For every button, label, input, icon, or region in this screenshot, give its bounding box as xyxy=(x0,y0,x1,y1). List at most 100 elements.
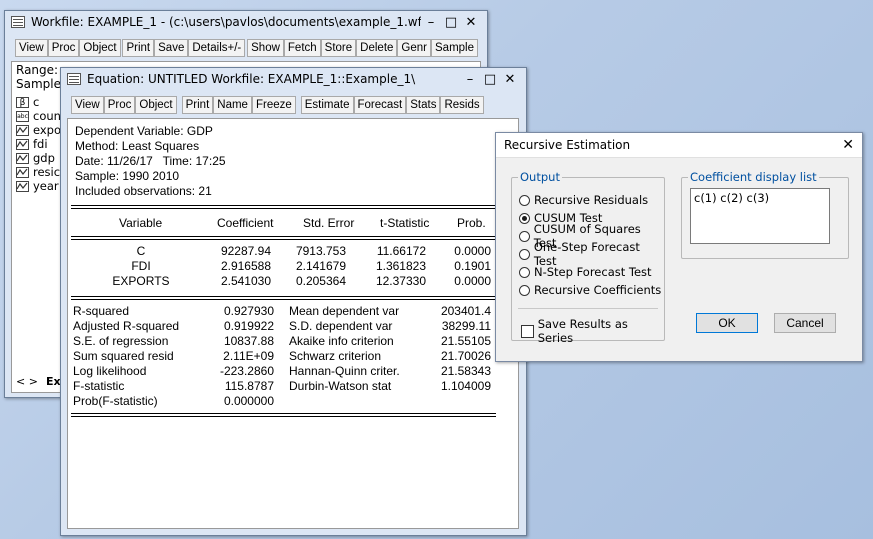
output-option-label: One-Step Forecast Test xyxy=(533,240,640,268)
output-option[interactable]: N-Step Forecast Test xyxy=(519,263,664,281)
statistic-label: Mean dependent var xyxy=(289,304,400,318)
equation-toolbar: View Proc Object Print Name Freeze Estim… xyxy=(68,94,520,116)
eq-estimate-button[interactable]: Estimate xyxy=(300,96,354,114)
series-icon xyxy=(16,124,29,136)
statistic-value: -223.2860 xyxy=(219,364,274,378)
equation-window: Equation: UNTITLED Workfile: EXAMPLE_1::… xyxy=(60,67,527,536)
workfile-item[interactable]: expo xyxy=(16,123,61,137)
tab-nav-arrows[interactable]: < > xyxy=(16,375,38,388)
output-option-label: Recursive Residuals xyxy=(534,193,649,207)
statistic-label: Prob(F-statistic) xyxy=(73,394,158,408)
statistic-label: Durbin-Watson stat xyxy=(289,379,392,393)
coefficient-cell: 11.66172 xyxy=(376,244,426,258)
minimize-icon[interactable]: – xyxy=(421,15,441,30)
statistic-value: 0.927930 xyxy=(223,304,274,318)
eq-freeze-button[interactable]: Freeze xyxy=(251,96,296,114)
workfile-item[interactable]: fdi xyxy=(16,137,61,151)
statistic-row: Prob(F-statistic) 0.000000 xyxy=(71,394,496,409)
coefficient-cell: 7913.753 xyxy=(295,244,346,258)
col-t-statistic: t-Statistic xyxy=(380,216,430,230)
output-option-label: Recursive Coefficients xyxy=(534,283,662,297)
eq-view-button[interactable]: View xyxy=(71,96,104,114)
radio-icon[interactable] xyxy=(519,194,530,206)
wf-proc-button[interactable]: Proc xyxy=(47,39,80,57)
statistic-value: 1.104009 xyxy=(440,379,491,393)
checkbox-box[interactable] xyxy=(521,324,534,338)
coefficient-cell: 2.916588 xyxy=(220,259,271,273)
date-time: Date: 11/26/17 Time: 17:25 xyxy=(75,154,226,168)
close-icon[interactable]: ✕ xyxy=(461,15,481,30)
eq-resids-button[interactable]: Resids xyxy=(440,96,484,114)
eq-stats-button[interactable]: Stats xyxy=(406,96,441,114)
wf-show-button[interactable]: Show xyxy=(247,39,284,57)
series-icon xyxy=(16,138,29,150)
workfile-item[interactable]: βc xyxy=(16,95,61,109)
wf-print-button[interactable]: Print xyxy=(122,39,155,57)
statistic-value: 10837.88 xyxy=(223,334,274,348)
statistics-table: R-squared 0.927930 Mean dependent var 20340… xyxy=(71,304,496,409)
workfile-item-label: year xyxy=(33,179,59,193)
eq-forecast-button[interactable]: Forecast xyxy=(353,96,407,114)
minimize-icon[interactable]: – xyxy=(460,72,480,87)
equation-titlebar[interactable]: Equation: UNTITLED Workfile: EXAMPLE_1::… xyxy=(61,68,526,90)
radio-icon[interactable] xyxy=(519,230,530,242)
cancel-button[interactable]: Cancel xyxy=(774,313,836,333)
workfile-item-label: fdi xyxy=(33,137,48,151)
eq-proc-button[interactable]: Proc xyxy=(103,96,136,114)
workfile-item[interactable]: abc coun xyxy=(16,109,61,123)
statistic-row: F-statistic 115.8787 Durbin-Watson stat 1.1… xyxy=(71,379,496,394)
eq-name-button[interactable]: Name xyxy=(213,96,252,114)
wf-object-button[interactable]: Object xyxy=(79,39,121,57)
dialog-close-icon[interactable]: ✕ xyxy=(842,137,854,153)
coefficient-cell: 2.541030 xyxy=(220,274,271,288)
wf-genr-button[interactable]: Genr xyxy=(397,39,431,57)
radio-icon[interactable] xyxy=(519,266,530,278)
maximize-icon[interactable]: □ xyxy=(441,15,461,30)
workfile-item-label: gdp xyxy=(33,151,55,165)
output-option[interactable]: One-Step Forecast Test xyxy=(519,240,664,268)
eq-print-button[interactable]: Print xyxy=(181,96,214,114)
wf-details-button[interactable]: Details+/- xyxy=(188,39,246,57)
statistic-value: 21.70026 xyxy=(440,349,491,363)
coefficient-row: EXPORTS 2.541030 0.205364 12.37330 0.0000 xyxy=(71,274,496,289)
output-option[interactable]: Recursive Coefficients xyxy=(519,281,664,299)
workfile-item[interactable]: year xyxy=(16,179,61,193)
wf-store-button[interactable]: Store xyxy=(320,39,357,57)
col-std-error: Std. Error xyxy=(303,216,355,230)
variable-name: C xyxy=(136,244,146,258)
sample-label: Sample xyxy=(16,77,61,91)
radio-icon[interactable] xyxy=(519,248,530,260)
coefficient-row: FDI 2.916588 2.141679 1.361823 0.1901 xyxy=(71,259,496,274)
coefficient-list-input[interactable]: c(1) c(2) c(3) xyxy=(690,188,830,244)
equation-icon xyxy=(67,73,81,85)
radio-selected-icon[interactable] xyxy=(519,212,530,224)
dialog-titlebar[interactable]: Recursive Estimation ✕ xyxy=(496,133,862,158)
statistic-label: Akaike info criterion xyxy=(289,334,394,348)
wf-sample-button[interactable]: Sample xyxy=(431,39,478,57)
radio-icon[interactable] xyxy=(519,284,530,296)
wf-view-button[interactable]: View xyxy=(15,39,48,57)
dialog-title: Recursive Estimation xyxy=(504,138,631,152)
close-icon[interactable]: ✕ xyxy=(500,72,520,87)
statistic-row: S.E. of regression 10837.88 Akaike info cr… xyxy=(71,334,496,349)
wf-fetch-button[interactable]: Fetch xyxy=(283,39,321,57)
wf-delete-button[interactable]: Delete xyxy=(356,39,398,57)
maximize-icon[interactable]: □ xyxy=(480,72,500,87)
save-results-checkbox[interactable]: Save Results as Series xyxy=(521,317,664,345)
column-headers: Variable Coefficient Std. Error t-Statis… xyxy=(71,216,496,231)
output-group: Output Recursive Residuals CUSUM Test CUSU… xyxy=(511,170,665,345)
coefficient-cell: 0.0000 xyxy=(454,244,491,258)
eq-object-button[interactable]: Object xyxy=(135,96,177,114)
output-option[interactable]: Recursive Residuals xyxy=(519,191,664,209)
wf-save-button[interactable]: Save xyxy=(154,39,189,57)
beta-icon: β xyxy=(16,96,29,108)
abc-icon: abc xyxy=(16,110,29,122)
method: Method: Least Squares xyxy=(75,139,200,153)
col-coefficient: Coefficient xyxy=(217,216,274,230)
output-option-label: N-Step Forecast Test xyxy=(534,265,652,279)
ok-button[interactable]: OK xyxy=(696,313,758,333)
workfile-item[interactable]: resic xyxy=(16,165,61,179)
workfile-titlebar[interactable]: Workfile: EXAMPLE_1 - (c:\users\pavlos\d… xyxy=(5,11,487,33)
workfile-item[interactable]: gdp xyxy=(16,151,61,165)
statistic-row: Sum squared resid 2.11E+09 Schwarz criteri… xyxy=(71,349,496,364)
